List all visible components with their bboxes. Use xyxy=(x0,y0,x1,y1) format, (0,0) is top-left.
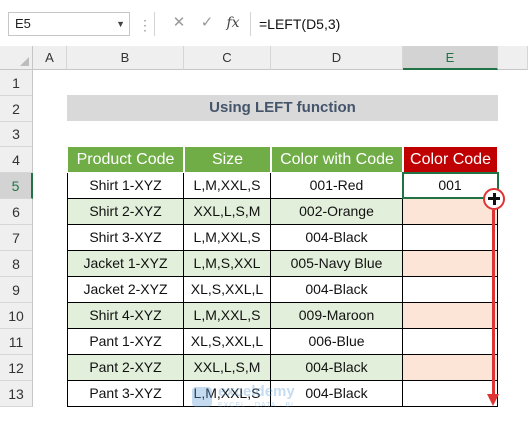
row-header-11[interactable]: 11 xyxy=(0,329,33,355)
formula-bar: E5 ▼ ⋮ ✕ ✓ fx =LEFT(D5,3) xyxy=(0,0,528,46)
select-all-icon xyxy=(20,57,29,66)
table-cell-product[interactable]: Jacket 2-XYZ xyxy=(67,277,184,303)
row-header-1[interactable]: 1 xyxy=(0,70,33,96)
table-cell-size[interactable]: XL,S,XXL,L xyxy=(184,329,271,355)
name-box-value: E5 xyxy=(15,16,31,31)
row-header-12[interactable]: 12 xyxy=(0,355,33,381)
row-header-13[interactable]: 13 xyxy=(0,381,33,407)
watermark-name: exceldemy xyxy=(218,383,295,400)
watermark: exceldemy EXCEL · DATA · BI xyxy=(192,383,342,415)
row-header-6[interactable]: 6 xyxy=(0,199,33,225)
table-cell-product[interactable]: Pant 2-XYZ xyxy=(67,355,184,381)
table-cell-color[interactable]: 001-Red xyxy=(271,173,403,199)
table-cell-size[interactable]: L,M,XXL,S xyxy=(184,173,271,199)
row-header-10[interactable]: 10 xyxy=(0,303,33,329)
exceldemy-logo-icon xyxy=(192,387,212,407)
table-cell-size[interactable]: XL,S,XXL,L xyxy=(184,277,271,303)
insert-function-icon[interactable]: fx xyxy=(222,12,244,34)
table-cell-size[interactable]: L,M,XXL,S xyxy=(184,225,271,251)
crosshair-cursor-icon xyxy=(483,188,505,210)
table-cell-color[interactable]: 006-Blue xyxy=(271,329,403,355)
header-color-code[interactable]: Color Code xyxy=(403,146,498,173)
row-header-5[interactable]: 5 xyxy=(0,173,33,199)
table-cell-product[interactable]: Jacket 1-XYZ xyxy=(67,251,184,277)
table-cell-color[interactable]: 002-Orange xyxy=(271,199,403,225)
column-header-e[interactable]: E xyxy=(403,46,498,70)
table-cell-product[interactable]: Shirt 3-XYZ xyxy=(67,225,184,251)
table-cell-color[interactable]: 004-Black xyxy=(271,225,403,251)
column-header-f[interactable] xyxy=(498,46,528,70)
table-cell-product[interactable]: Pant 3-XYZ xyxy=(67,381,184,407)
column-header-b[interactable]: B xyxy=(67,46,184,70)
header-size[interactable]: Size xyxy=(184,146,271,173)
table-cell-code[interactable] xyxy=(403,329,498,355)
row-header-3[interactable]: 3 xyxy=(0,122,33,147)
row-header-8[interactable]: 8 xyxy=(0,251,33,277)
formula-input[interactable]: =LEFT(D5,3) xyxy=(250,12,528,36)
table-cell-product[interactable]: Shirt 2-XYZ xyxy=(67,199,184,225)
table-cell-code[interactable] xyxy=(403,303,498,329)
formula-bar-divider xyxy=(154,12,155,36)
sheet-title[interactable]: Using LEFT function xyxy=(67,95,498,121)
drag-down-arrow xyxy=(492,210,495,394)
header-color-with-code[interactable]: Color with Code xyxy=(271,146,403,173)
header-product-code[interactable]: Product Code xyxy=(67,146,184,173)
watermark-tagline: EXCEL · DATA · BI xyxy=(218,402,294,409)
table-cell-product[interactable]: Shirt 1-XYZ xyxy=(67,173,184,199)
table-cell-code[interactable] xyxy=(403,225,498,251)
select-all-corner[interactable] xyxy=(0,46,33,70)
table-cell-size[interactable]: XXL,L,S,M xyxy=(184,199,271,225)
table-cell-size[interactable]: L,M,S,XXL xyxy=(184,251,271,277)
row-header-7[interactable]: 7 xyxy=(0,225,33,251)
table-cell-color[interactable]: 004-Black xyxy=(271,277,403,303)
column-header-c[interactable]: C xyxy=(184,46,271,70)
table-cell-size[interactable]: XXL,L,S,M xyxy=(184,355,271,381)
table-cell-product[interactable]: Pant 1-XYZ xyxy=(67,329,184,355)
table-cell-code[interactable] xyxy=(403,381,498,407)
table-cell-color[interactable]: 009-Maroon xyxy=(271,303,403,329)
arrow-down-icon xyxy=(487,394,499,406)
name-box[interactable]: E5 ▼ xyxy=(8,12,130,36)
row-header-2[interactable]: 2 xyxy=(0,96,33,122)
chevron-down-icon[interactable]: ▼ xyxy=(116,13,125,35)
row-header-4[interactable]: 4 xyxy=(0,147,33,173)
enter-icon[interactable]: ✓ xyxy=(196,12,218,34)
cancel-icon[interactable]: ✕ xyxy=(168,12,190,34)
table-cell-color[interactable]: 005-Navy Blue xyxy=(271,251,403,277)
table-cell-product[interactable]: Shirt 4-XYZ xyxy=(67,303,184,329)
more-options-icon[interactable]: ⋮ xyxy=(138,16,152,34)
row-header-9[interactable]: 9 xyxy=(0,277,33,303)
table-cell-code[interactable] xyxy=(403,277,498,303)
column-header-a[interactable]: A xyxy=(33,46,67,70)
table-cell-color[interactable]: 004-Black xyxy=(271,355,403,381)
column-header-d[interactable]: D xyxy=(271,46,403,70)
table-cell-size[interactable]: L,M,XXL,S xyxy=(184,303,271,329)
table-cell-code[interactable] xyxy=(403,251,498,277)
table-cell-code[interactable] xyxy=(403,355,498,381)
